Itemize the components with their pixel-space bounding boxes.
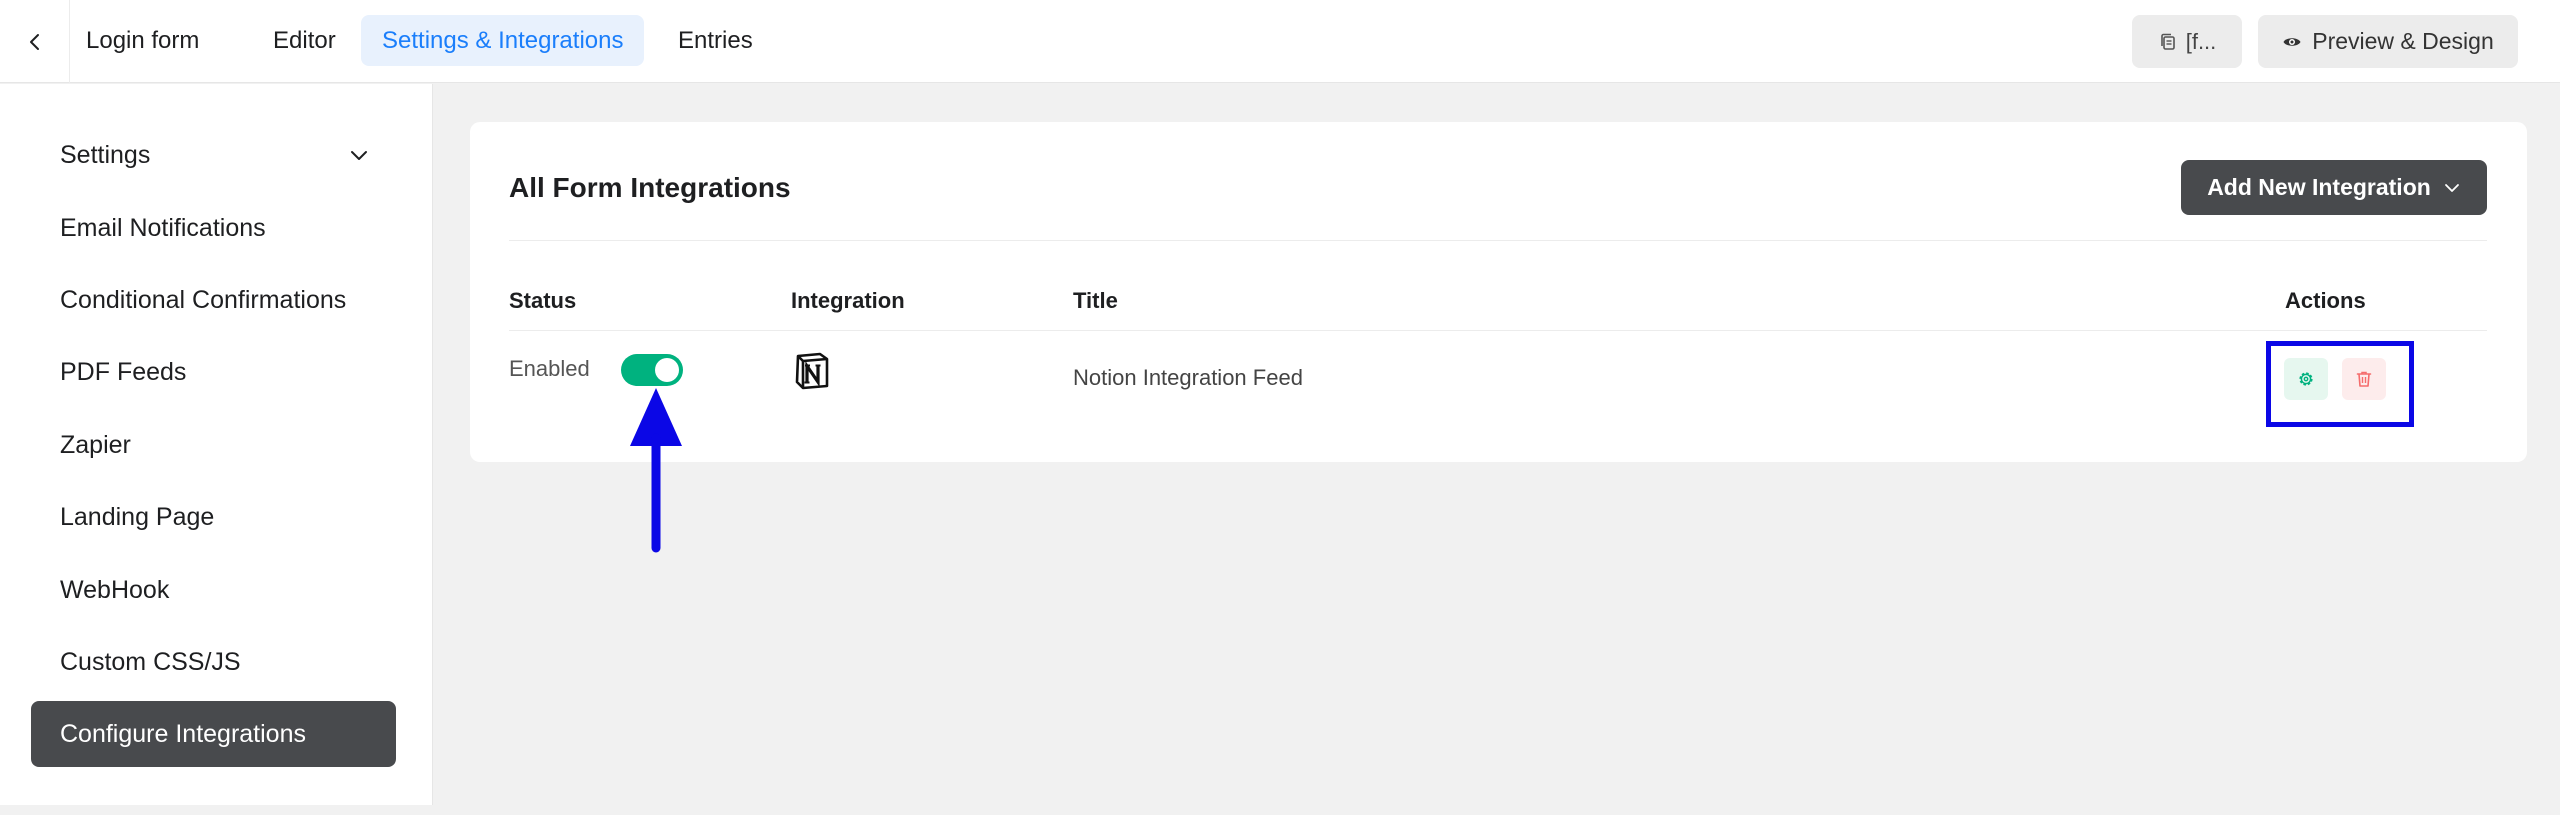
column-header-integration: Integration: [791, 288, 905, 313]
preview-design-button[interactable]: Preview & Design: [2258, 15, 2518, 68]
shortcode-label: [f...: [2185, 28, 2217, 54]
sidebar-item-email-notifications[interactable]: Email Notifications: [31, 195, 396, 261]
page-title: All Form Integrations: [509, 172, 791, 203]
actions-highlight-box: [2266, 341, 2414, 427]
sidebar-item-zapier[interactable]: Zapier: [31, 412, 396, 478]
sidebar-item-label: Landing Page: [60, 502, 215, 531]
column-header-actions: Actions: [2285, 288, 2366, 313]
sidebar-item-landing-page[interactable]: Landing Page: [31, 484, 396, 550]
toggle-knob: [655, 358, 679, 382]
status-text: Enabled: [509, 356, 590, 381]
sidebar-item-label: Settings: [60, 140, 151, 169]
chevron-down-icon: [351, 151, 367, 160]
shortcode-button[interactable]: [f...: [2132, 15, 2242, 68]
tab-entries[interactable]: Entries: [657, 15, 774, 66]
divider: [509, 330, 2487, 331]
arrow-up-icon: [630, 388, 682, 553]
copy-icon: [2160, 33, 2175, 50]
sidebar-item-webhook[interactable]: WebHook: [31, 557, 396, 623]
form-name: Login form: [86, 27, 200, 54]
sidebar-item-label: Email Notifications: [60, 213, 266, 242]
top-bar: Login form Editor Settings & Integration…: [0, 0, 2560, 83]
add-integration-label: Add New Integration: [2207, 174, 2431, 200]
eye-icon: [2283, 37, 2301, 46]
column-header-title: Title: [1073, 288, 1118, 313]
sidebar-item-label: Conditional Confirmations: [60, 285, 347, 314]
sidebar-item-settings[interactable]: Settings: [31, 122, 396, 188]
chevron-down-icon: [2444, 183, 2459, 192]
column-header-status: Status: [509, 288, 577, 313]
divider: [509, 240, 2487, 241]
sidebar-item-pdf-feeds[interactable]: PDF Feeds: [31, 339, 396, 405]
sidebar-item-label: WebHook: [60, 575, 170, 604]
sidebar-item-label: Zapier: [60, 430, 131, 459]
settings-sidebar: Settings Email Notifications Conditional…: [0, 84, 433, 805]
sidebar-item-conditional-confirmations[interactable]: Conditional Confirmations: [31, 267, 396, 333]
add-new-integration-button[interactable]: Add New Integration: [2181, 160, 2487, 215]
sidebar-item-label: PDF Feeds: [60, 357, 187, 386]
integration-title: Notion Integration Feed: [1073, 365, 1303, 390]
status-toggle[interactable]: [621, 354, 683, 386]
back-button[interactable]: [0, 0, 70, 83]
tab-editor[interactable]: Editor: [252, 15, 357, 66]
sidebar-item-label: Custom CSS/JS: [60, 647, 241, 676]
tab-settings-integrations[interactable]: Settings & Integrations: [361, 15, 645, 66]
integrations-card: All Form Integrations Add New Integratio…: [470, 122, 2527, 462]
sidebar-item-label: Configure Integrations: [60, 719, 306, 748]
notion-logo-icon: [795, 352, 829, 390]
chevron-left-icon: [29, 33, 39, 50]
sidebar-item-custom-css-js[interactable]: Custom CSS/JS: [31, 629, 396, 695]
sidebar-item-configure-integrations[interactable]: Configure Integrations: [31, 701, 396, 767]
preview-label: Preview & Design: [2312, 28, 2494, 54]
